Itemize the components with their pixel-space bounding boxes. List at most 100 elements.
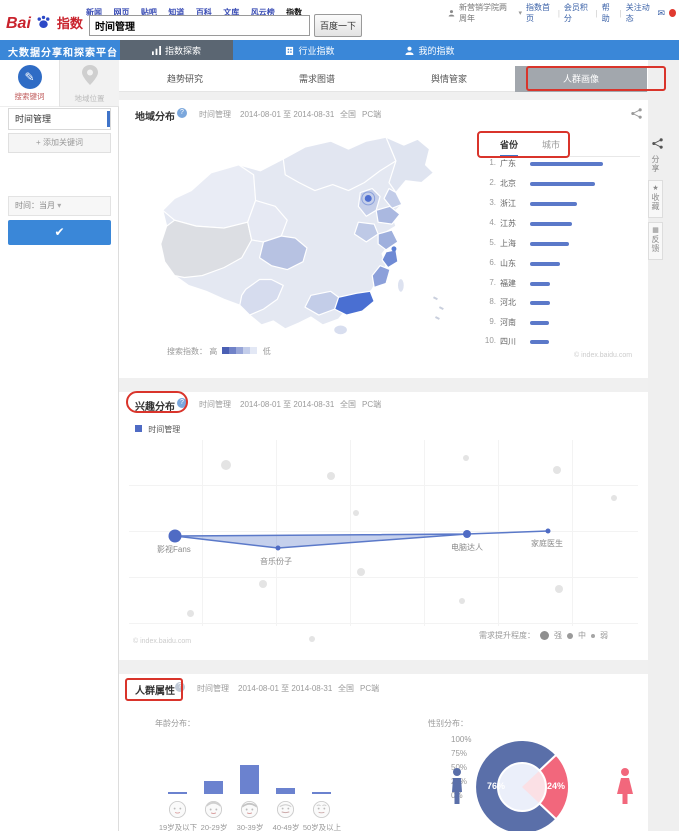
top-right-link[interactable]: 指数首页 (526, 2, 554, 24)
rank-row[interactable]: 4. 江苏 (480, 218, 640, 232)
help-icon[interactable]: ? (175, 682, 185, 692)
mid-dot (567, 633, 573, 639)
star-icon: ★ (652, 185, 658, 192)
rank-bar-track (530, 282, 603, 286)
tab-demand[interactable]: 需求图谱 (251, 66, 383, 92)
divider (119, 660, 648, 674)
share-button[interactable]: 分享 (648, 152, 663, 175)
notice-icon[interactable] (669, 9, 676, 17)
add-keyword-button[interactable]: + 添加关键词 (8, 133, 111, 153)
help-icon[interactable]: ? (177, 108, 187, 118)
feedback-button[interactable]: ▦反馈 (648, 222, 663, 260)
banner-tab-explore[interactable]: 指数探索 (120, 40, 233, 60)
rank-row[interactable]: 1.广东 (480, 158, 640, 172)
share-icon[interactable] (631, 108, 642, 119)
rank-name: 上海 (500, 238, 516, 249)
sidebar-tab-region[interactable]: 地域位置 (59, 60, 119, 107)
help-icon[interactable]: ? (177, 398, 187, 408)
gender-chart[interactable]: 76% 24% (449, 730, 639, 831)
search-input[interactable] (89, 15, 310, 36)
rank-row[interactable]: 8.河北 (480, 297, 640, 311)
legend-low: 低 (263, 347, 271, 356)
rank-bar (530, 340, 549, 344)
interest-chart[interactable]: 影视Fans 音乐份子 电脑达人 家庭医生 (129, 440, 638, 626)
tab-city[interactable]: 城市 (542, 138, 560, 151)
meta-daterange: 2014-08-01 至 2014-08-31 (238, 683, 332, 694)
rank-num: 4. (482, 218, 496, 227)
rank-name: 四川 (500, 336, 516, 347)
baidu-index-logo[interactable]: Bai 指数 (6, 13, 86, 39)
rank-num: 6. (482, 258, 496, 267)
top-right-link[interactable]: 会员积分 (564, 2, 592, 24)
demand-legend: 需求提升程度： 强 中 弱 (479, 630, 608, 641)
strong-label: 强 (554, 630, 562, 641)
age-category: 50岁及以上 (300, 822, 344, 831)
favorite-button[interactable]: ★收藏 (648, 180, 663, 218)
banner-tab-mine[interactable]: 我的指数 (375, 40, 485, 60)
point-label: 影视Fans (157, 544, 191, 555)
rank-row[interactable]: 2. 北京 (480, 178, 640, 192)
legend-swatch (222, 347, 229, 354)
grid-icon: ▦ (652, 227, 659, 234)
rank-row[interactable]: 3.浙江 (480, 198, 640, 212)
rank-row[interactable]: 9.河南 (480, 317, 640, 331)
time-filter[interactable]: 时间：当月 ▾ (8, 196, 111, 216)
rank-num: 10. (482, 336, 496, 345)
divider: | (620, 9, 622, 18)
divider (119, 92, 648, 100)
rank-row[interactable]: 5.上海 (480, 238, 640, 252)
age-face-icon (204, 800, 223, 819)
paw-icon (35, 14, 52, 31)
tab-province[interactable]: 省份 (500, 138, 518, 157)
rank-name: 江苏 (500, 218, 516, 229)
rank-bar-track (530, 242, 603, 246)
legend-swatch (229, 347, 236, 354)
beijing-marker (365, 195, 372, 202)
search-button[interactable]: 百度一下 (314, 14, 362, 37)
china-map[interactable] (137, 130, 473, 342)
weak-label: 弱 (600, 630, 608, 641)
tab-sentiment[interactable]: 舆情管家 (383, 66, 515, 92)
rank-bar (530, 301, 550, 305)
gender-donut (449, 730, 639, 831)
interest-card: 兴趣分布 ? 时间管理 2014-08-01 至 2014-08-31 全国 P… (119, 392, 648, 660)
top-right-link[interactable]: 帮助 (602, 2, 616, 24)
sidebar-tab-keyword[interactable]: ✎ 搜索键词 (0, 60, 59, 107)
platform-title: 大数据分享和探索平台 (8, 44, 118, 59)
rank-name: 北京 (500, 178, 516, 189)
mail-icon[interactable]: ✉ (658, 8, 666, 19)
top-right-link[interactable]: 关注动态 (626, 2, 654, 24)
rank-name: 浙江 (500, 198, 516, 209)
meta-region: 全国 (340, 109, 356, 120)
user-menu[interactable]: 新营销学院两周年 (459, 2, 515, 24)
section-tabs: 趋势研究 需求图谱 舆情管家 人群画像 (119, 66, 648, 92)
sidebar-tab-label: 搜索键词 (0, 91, 59, 102)
rank-num: 2. (482, 178, 496, 187)
age-chart[interactable]: 100% 75% 50% 25% 0% 19岁及以下 20-29岁 30-39岁… (119, 738, 479, 831)
share-icon[interactable] (652, 138, 663, 149)
point-label: 音乐份子 (260, 556, 292, 567)
tab-persona[interactable]: 人群画像 (515, 66, 647, 92)
meta-region: 全国 (340, 399, 356, 410)
banner-tab-industry[interactable]: 行业指数 (255, 40, 365, 60)
rank-bar (530, 262, 560, 266)
tab-trend[interactable]: 趋势研究 (119, 66, 251, 92)
persona-title: 人群属性 (135, 682, 175, 697)
rank-bar (530, 202, 577, 206)
confirm-button[interactable]: ✔ (8, 220, 111, 245)
trend-icon (152, 46, 161, 55)
banner-tab-label: 行业指数 (298, 44, 334, 57)
rank-num: 8. (482, 297, 496, 306)
series-legend: 时间管理 (135, 424, 180, 435)
legend-swatch (236, 347, 243, 354)
female-icon (617, 768, 633, 804)
region-title: 地域分布 (135, 108, 175, 123)
building-icon (285, 46, 294, 55)
rank-row[interactable]: 10. 四川 (480, 336, 640, 350)
keyword-item[interactable]: 时间管理 (8, 108, 111, 130)
age-face-icon (168, 800, 187, 819)
rank-row[interactable]: 7.福建 (480, 278, 640, 292)
meta-platform: PC端 (360, 683, 379, 694)
rank-bar (530, 242, 569, 246)
rank-row[interactable]: 6.山东 (480, 258, 640, 272)
